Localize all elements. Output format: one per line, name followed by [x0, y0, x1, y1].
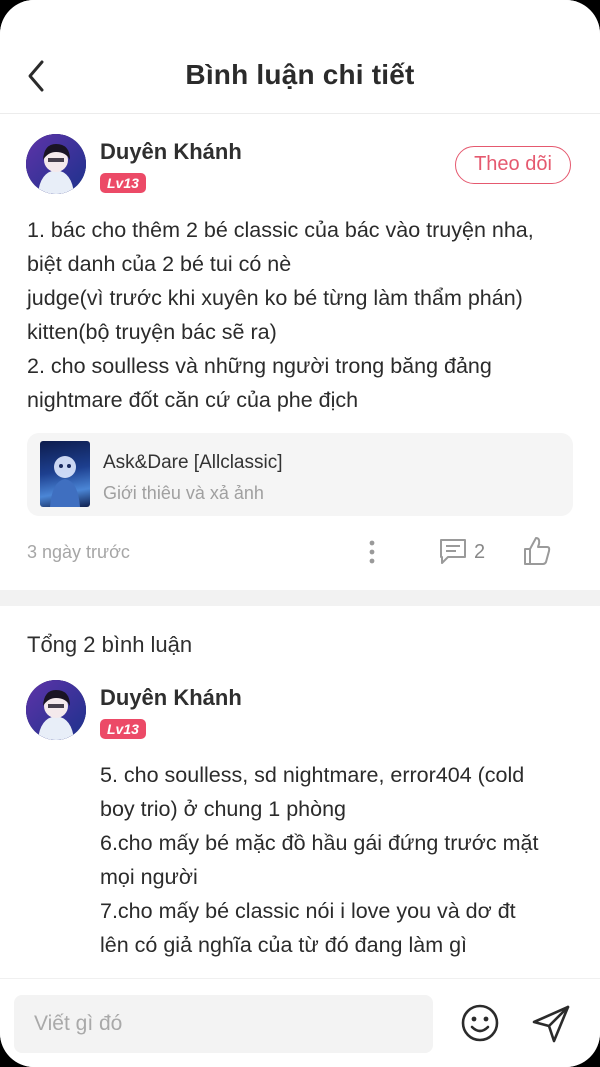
- send-icon: [532, 1005, 570, 1043]
- post-line: nightmare đốt căn cứ của phe địch: [27, 388, 359, 412]
- comment-input[interactable]: [14, 995, 433, 1053]
- follow-button[interactable]: Theo dõi: [455, 146, 571, 184]
- level-badge: Lv13: [100, 173, 146, 193]
- thumbs-up-icon: [524, 537, 551, 565]
- post-line: biệt danh của 2 bé tui có nè: [27, 252, 292, 276]
- avatar[interactable]: [26, 134, 86, 194]
- smiley-icon: [461, 1004, 499, 1042]
- post-timestamp: 3 ngày trước: [27, 542, 130, 562]
- level-badge: Lv13: [100, 719, 146, 739]
- post-line: kitten(bộ truyện bác sẽ ra): [27, 320, 277, 344]
- comment-line: lên có giả nghĩa của từ đó đang làm gì: [100, 933, 468, 957]
- comment-line: 5. cho soulless, sd nightmare, error404 …: [100, 763, 525, 787]
- section-divider: [0, 590, 600, 606]
- post-line: 1. bác cho thêm 2 bé classic của bác vào…: [27, 218, 534, 242]
- comment-detail-screen: Bình luận chi tiết Duyên Khánh Lv13 Theo…: [0, 0, 600, 1067]
- post-author-name[interactable]: Duyên Khánh: [100, 139, 242, 165]
- story-title: Ask&Dare [Allclassic]: [103, 452, 283, 473]
- post-line: 2. cho soulless và những người trong băn…: [27, 354, 492, 378]
- comment-author-name[interactable]: Duyên Khánh: [100, 685, 242, 711]
- comment-count: 2: [474, 541, 486, 563]
- comment-input-bar: [0, 978, 600, 1067]
- post-line: judge(vì trước khi xuyên ko bé từng làm …: [27, 286, 523, 310]
- like-button[interactable]: [522, 535, 552, 567]
- page-title: Bình luận chi tiết: [185, 59, 415, 90]
- more-vertical-icon: [369, 540, 375, 564]
- comment-content: 5. cho soulless, sd nightmare, error404 …: [100, 758, 580, 962]
- comment-line: 7.cho mấy bé classic nói i love you và d…: [100, 899, 516, 923]
- comment-line: mọi người: [100, 865, 198, 889]
- story-card[interactable]: Ask&Dare [Allclassic] Giới thiêu và xả ả…: [27, 433, 573, 516]
- more-options-button[interactable]: [360, 538, 384, 566]
- header: Bình luận chi tiết: [0, 0, 600, 114]
- comment-icon: [440, 539, 466, 564]
- story-cover-image: [40, 441, 90, 507]
- total-comments-label: Tổng 2 bình luận: [27, 632, 193, 657]
- story-subtitle: Giới thiêu và xả ảnh: [103, 483, 264, 503]
- comment-button[interactable]: [438, 536, 468, 566]
- post-content: 1. bác cho thêm 2 bé classic của bác vào…: [27, 213, 579, 417]
- avatar[interactable]: [26, 680, 86, 740]
- comment-line: boy trio) ở chung 1 phòng: [100, 797, 346, 821]
- send-button[interactable]: [530, 1003, 572, 1045]
- comment-line: 6.cho mấy bé mặc đồ hầu gái đứng trước m…: [100, 831, 539, 855]
- emoji-button[interactable]: [460, 1003, 500, 1043]
